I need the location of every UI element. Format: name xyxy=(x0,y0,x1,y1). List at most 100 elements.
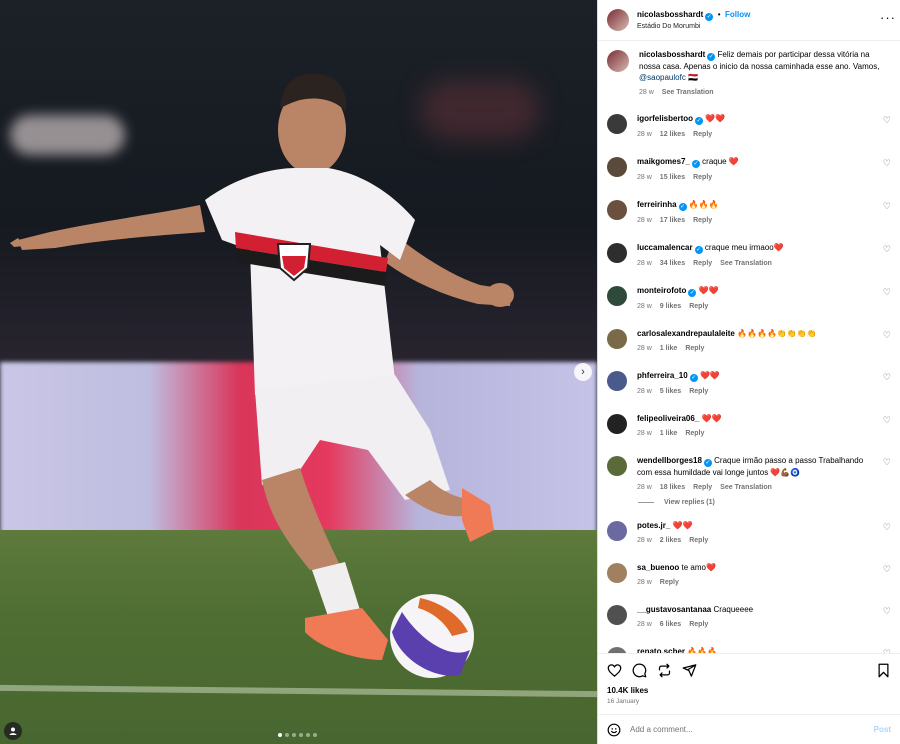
comment-likes[interactable]: 12 likes xyxy=(660,129,685,140)
commenter-avatar[interactable] xyxy=(607,157,627,177)
comment-likes[interactable]: 1 like xyxy=(660,428,678,439)
comment-likes[interactable]: 15 likes xyxy=(660,172,685,183)
commenter-avatar[interactable] xyxy=(607,329,627,349)
comment-likes[interactable]: 34 likes xyxy=(660,258,685,269)
commenter-avatar[interactable] xyxy=(607,200,627,220)
comment-like-heart-icon[interactable]: ♡ xyxy=(883,648,891,653)
comment-like-heart-icon[interactable]: ♡ xyxy=(883,244,891,255)
reply-button[interactable]: Reply xyxy=(689,535,708,546)
comment-username[interactable]: monteirofoto xyxy=(637,286,686,295)
verified-badge-icon: ✓ xyxy=(689,374,698,382)
comment-emoji: 🔥🔥🔥 xyxy=(688,200,719,209)
commenter-avatar[interactable] xyxy=(607,414,627,434)
comment-like-heart-icon[interactable]: ♡ xyxy=(883,415,891,426)
post-photo[interactable]: › xyxy=(0,0,597,744)
comment-username[interactable]: felipeoliveira06_ xyxy=(637,414,699,423)
comment-likes[interactable]: 18 likes xyxy=(660,482,685,493)
more-options-icon[interactable]: ··· xyxy=(880,10,896,25)
author-avatar[interactable] xyxy=(607,9,629,31)
user-tag-button[interactable] xyxy=(4,722,22,740)
reply-button[interactable]: Reply xyxy=(693,172,712,183)
commenter-avatar[interactable] xyxy=(607,521,627,541)
see-translation-link[interactable]: See Translation xyxy=(720,258,772,269)
carousel-dot xyxy=(299,733,303,737)
comment-username[interactable]: __gustavosantanaa xyxy=(637,605,711,614)
smiley-icon[interactable] xyxy=(607,723,621,737)
comment-like-heart-icon[interactable]: ♡ xyxy=(883,330,891,341)
comment-row: felipeoliveira06_ ❤️❤️ 28 w 1 like Reply ♡ xyxy=(607,413,891,439)
carousel-dot xyxy=(292,733,296,737)
user-tag-icon xyxy=(9,727,17,735)
caption-mention[interactable]: @saopaulofc xyxy=(639,73,686,82)
commenter-avatar[interactable] xyxy=(607,286,627,306)
comment-time: 28 w xyxy=(637,174,652,181)
comment-like-heart-icon[interactable]: ♡ xyxy=(883,158,891,169)
bookmark-icon[interactable] xyxy=(876,663,891,678)
see-translation-link[interactable]: See Translation xyxy=(720,482,772,493)
reply-button[interactable]: Reply xyxy=(685,343,704,354)
comment-like-heart-icon[interactable]: ♡ xyxy=(883,457,891,468)
commenter-avatar[interactable] xyxy=(607,456,627,476)
reply-button[interactable]: Reply xyxy=(693,482,712,493)
comment-username[interactable]: maikgomes7_ xyxy=(637,157,690,166)
post-comment-button[interactable]: Post xyxy=(874,725,891,734)
comment-likes[interactable]: 9 likes xyxy=(660,301,681,312)
author-username[interactable]: nicolasbosshardt xyxy=(637,10,703,19)
reply-button[interactable]: Reply xyxy=(689,619,708,630)
comment-username[interactable]: renato.scher xyxy=(637,647,685,653)
verified-badge-icon: ✓ xyxy=(688,289,697,297)
comment-like-heart-icon[interactable]: ♡ xyxy=(883,287,891,298)
commenter-avatar[interactable] xyxy=(607,371,627,391)
caption-username[interactable]: nicolasbosshardt xyxy=(639,50,705,59)
next-photo-button[interactable]: › xyxy=(574,363,592,381)
reply-button[interactable]: Reply xyxy=(693,129,712,140)
comment-like-heart-icon[interactable]: ♡ xyxy=(883,606,891,617)
send-icon[interactable] xyxy=(682,663,697,678)
heart-icon[interactable] xyxy=(607,663,622,678)
comment-icon[interactable] xyxy=(632,663,647,678)
comment-username[interactable]: phferreira_10 xyxy=(637,371,688,380)
comment-username[interactable]: luccamalencar xyxy=(637,243,693,252)
comment-like-heart-icon[interactable]: ♡ xyxy=(883,372,891,383)
view-replies-button[interactable]: View replies (1) xyxy=(638,499,891,506)
comment-like-heart-icon[interactable]: ♡ xyxy=(883,115,891,126)
commenter-avatar[interactable] xyxy=(607,563,627,583)
comment-like-heart-icon[interactable]: ♡ xyxy=(883,522,891,533)
commenter-avatar[interactable] xyxy=(607,243,627,263)
comment-likes[interactable]: 5 likes xyxy=(660,386,681,397)
comment-username[interactable]: sa_buenoo xyxy=(637,563,679,572)
repost-icon[interactable] xyxy=(657,663,672,678)
see-translation-link[interactable]: See Translation xyxy=(662,87,714,98)
comment-like-heart-icon[interactable]: ♡ xyxy=(883,201,891,212)
comment-likes[interactable]: 6 likes xyxy=(660,619,681,630)
comment-likes[interactable]: 1 like xyxy=(660,343,678,354)
comment-username[interactable]: wendellborges18 xyxy=(637,456,702,465)
comment-emoji: ❤️❤️ xyxy=(699,371,720,380)
carousel-dots xyxy=(278,733,317,737)
commenter-avatar[interactable] xyxy=(607,114,627,134)
comment-likes[interactable]: 17 likes xyxy=(660,215,685,226)
comment-username[interactable]: ferreirinha xyxy=(637,200,677,209)
reply-button[interactable]: Reply xyxy=(689,386,708,397)
comment-like-heart-icon[interactable]: ♡ xyxy=(883,564,891,575)
likes-count[interactable]: 10.4K likes xyxy=(607,686,891,695)
reply-button[interactable]: Reply xyxy=(693,215,712,226)
reply-button[interactable]: Reply xyxy=(689,301,708,312)
commenter-avatar[interactable] xyxy=(607,647,627,653)
verified-badge-icon: ✓ xyxy=(695,117,704,125)
verified-badge-icon: ✓ xyxy=(707,53,716,61)
comment-likes[interactable]: 2 likes xyxy=(660,535,681,546)
comment-username[interactable]: potes.jr_ xyxy=(637,521,670,530)
reply-button[interactable]: Reply xyxy=(660,577,679,588)
post-location[interactable]: Estádio Do Morumbi xyxy=(637,21,750,33)
follow-button[interactable]: Follow xyxy=(725,10,750,19)
caption-avatar[interactable] xyxy=(607,50,629,72)
comments-list[interactable]: nicolasbosshardt ✓ Feliz demais por parti… xyxy=(598,41,900,653)
comment-input[interactable]: Add a comment... xyxy=(630,725,865,734)
comment-username[interactable]: igorfelisbertoo xyxy=(637,114,693,123)
reply-button[interactable]: Reply xyxy=(693,258,712,269)
commenter-avatar[interactable] xyxy=(607,605,627,625)
reply-button[interactable]: Reply xyxy=(685,428,704,439)
comment-username[interactable]: carlosalexandrepaulaleite xyxy=(637,329,735,338)
replies-line xyxy=(638,502,654,503)
